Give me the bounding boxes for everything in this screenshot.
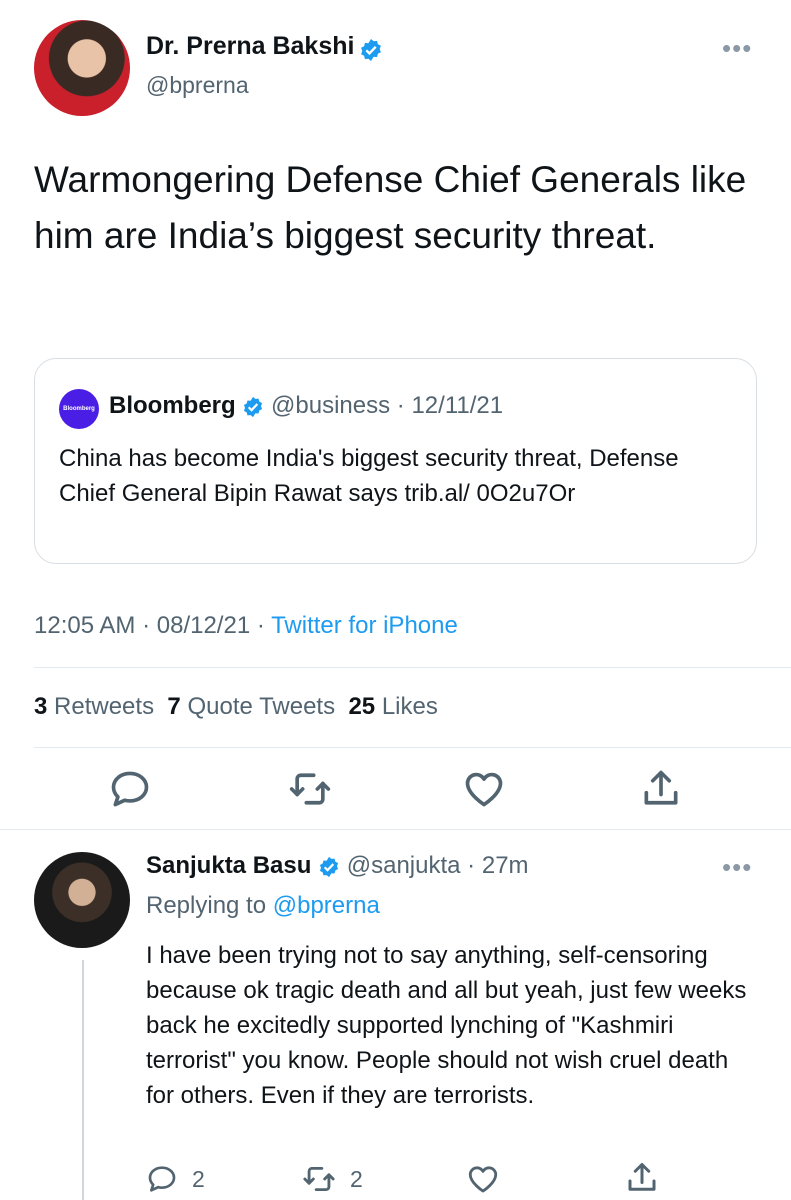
quote-header: Bloomberg @business · 12/11/21 — [109, 392, 503, 420]
reply-author-handle[interactable]: @sanjukta — [347, 852, 461, 879]
retweets-label: Retweets — [54, 693, 155, 720]
replying-to-label: Replying to — [146, 892, 267, 919]
reply-icon[interactable] — [108, 767, 152, 811]
retweets-stat[interactable]: 3 Retweets — [34, 693, 154, 720]
dot-separator: · — [142, 612, 151, 639]
quote-tweets-label: Quote Tweets — [187, 693, 336, 720]
quote-tweets-stat[interactable]: 7 Quote Tweets — [167, 693, 335, 720]
reply-header: Sanjukta Basu @sanjukta · 27m — [146, 852, 529, 880]
bloomberg-logo-text: Bloomberg — [63, 406, 95, 412]
dot-separator: · — [467, 852, 476, 879]
reply-text: I have been trying not to say anything, … — [146, 942, 747, 1109]
quote-author-handle: @business — [271, 392, 391, 419]
dot-separator: · — [396, 392, 405, 419]
retweet-icon[interactable] — [288, 767, 332, 811]
divider — [34, 667, 791, 668]
likes-count: 25 — [348, 693, 376, 720]
verified-badge-icon — [319, 856, 339, 877]
tweet-text: Warmongering Defense Chief Generals like… — [34, 159, 747, 256]
tweet-date: 08/12/21 — [156, 612, 251, 639]
likes-label: Likes — [381, 693, 438, 720]
reply-time: 27m — [481, 852, 529, 879]
replying-to-handle[interactable]: @bprerna — [273, 892, 380, 919]
retweets-count: 3 — [34, 693, 48, 720]
more-options-icon[interactable]: ••• — [722, 852, 752, 883]
engagement-stats: 3 Retweets 7 Quote Tweets 25 Likes — [34, 693, 438, 721]
tweet-time: 12:05 AM — [34, 612, 136, 639]
likes-stat[interactable]: 25 Likes — [348, 693, 437, 720]
author-name-row[interactable]: Dr. Prerna Bakshi — [146, 32, 383, 62]
more-options-icon[interactable]: ••• — [722, 33, 752, 64]
like-heart-icon[interactable] — [462, 767, 506, 811]
quote-author-name: Bloomberg — [109, 392, 236, 419]
share-icon[interactable] — [624, 1160, 660, 1196]
reply-icon[interactable] — [146, 1163, 178, 1195]
author-handle[interactable]: @bprerna — [146, 72, 249, 99]
quoted-tweet-card[interactable]: Bloomberg Bloomberg @business · 12/11/21… — [34, 358, 757, 564]
retweet-icon[interactable] — [302, 1162, 336, 1196]
reply-retweet-action[interactable]: 2 — [302, 1162, 363, 1196]
replying-to: Replying to @bprerna — [146, 892, 380, 920]
divider — [0, 829, 791, 830]
retweet-count: 2 — [350, 1165, 363, 1192]
quote-date: 12/11/21 — [411, 392, 504, 419]
reply-author-name[interactable]: Sanjukta Basu — [146, 852, 311, 879]
share-icon[interactable] — [639, 767, 683, 811]
quote-tweets-count: 7 — [167, 693, 181, 720]
thread-line — [82, 960, 84, 1200]
like-heart-icon[interactable] — [466, 1162, 500, 1196]
author-name[interactable]: Dr. Prerna Bakshi — [146, 32, 354, 60]
verified-badge-icon — [244, 396, 263, 417]
reply-author-avatar[interactable] — [34, 852, 130, 948]
tweet-source-link[interactable]: Twitter for iPhone — [271, 612, 458, 639]
bloomberg-logo: Bloomberg — [59, 389, 99, 429]
dot-separator: · — [256, 612, 265, 639]
divider — [34, 747, 791, 748]
author-avatar[interactable] — [34, 20, 130, 116]
reply-count: 2 — [192, 1165, 205, 1192]
reply-reply-action[interactable]: 2 — [146, 1162, 205, 1196]
tweet-meta: 12:05 AM · 08/12/21 · Twitter for iPhone — [34, 612, 458, 640]
verified-badge-icon — [360, 38, 381, 61]
quote-text: China has become India's biggest securit… — [59, 445, 679, 507]
